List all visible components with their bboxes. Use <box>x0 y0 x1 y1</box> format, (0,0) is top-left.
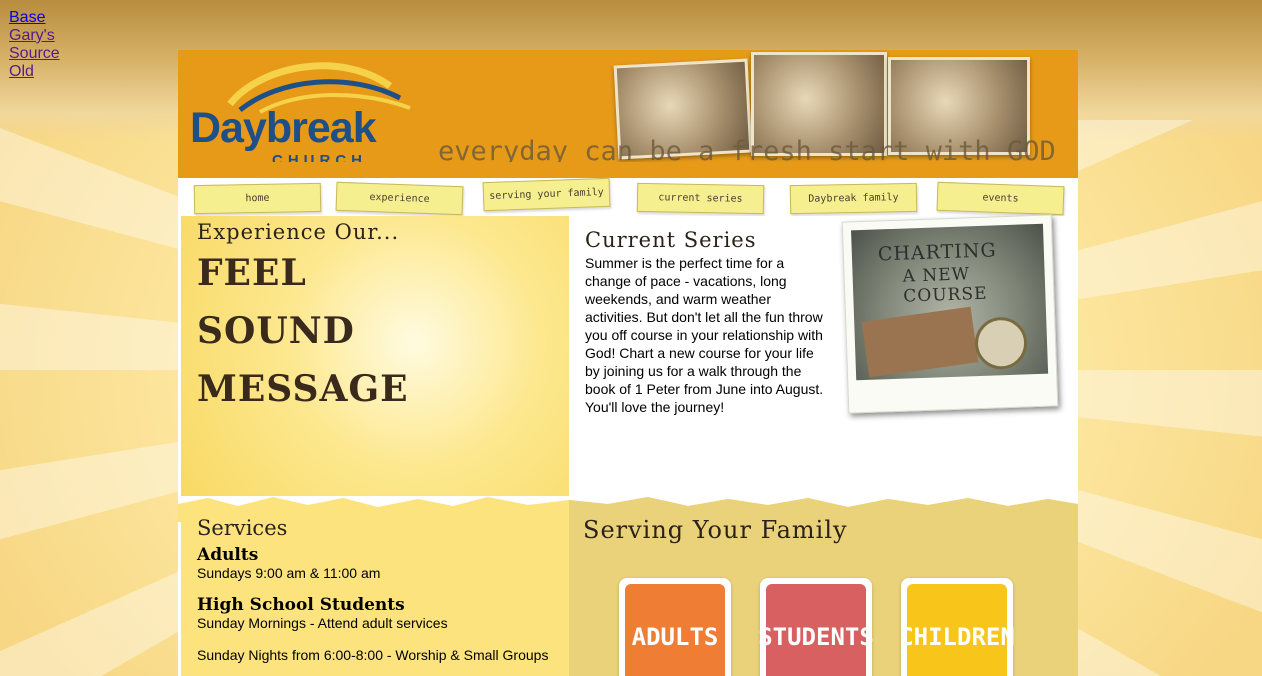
church-logo[interactable]: Daybreak CHURCH <box>190 56 411 169</box>
serving-family-heading: Serving Your Family <box>583 516 848 544</box>
experience-link-sound[interactable]: SOUND <box>197 310 355 352</box>
services-group-high-school: High School Students Sunday Mornings - A… <box>197 596 557 632</box>
services-group-adults: Adults Sundays 9:00 am & 11:00 am <box>197 546 557 582</box>
nav-daybreak-family[interactable]: Daybreak family <box>789 182 918 215</box>
series-image[interactable]: CHARTING A NEW COURSE <box>841 214 1059 414</box>
services-group-sunday-nights: Sunday Nights from 6:00-8:00 - Worship &… <box>197 646 557 664</box>
series-artwork: CHARTING A NEW COURSE <box>851 223 1049 381</box>
nav-experience[interactable]: experience <box>335 181 464 216</box>
experience-link-message[interactable]: MESSAGE <box>197 368 409 410</box>
link-old[interactable]: Old <box>9 63 60 81</box>
services-panel: Services Adults Sundays 9:00 am & 11:00 … <box>181 512 569 676</box>
page-container: Daybreak CHURCH everyday can be a fresh … <box>178 50 1078 676</box>
series-title-line1: CHARTING <box>877 239 997 266</box>
services-time: Sunday Nights from 6:00-8:00 - Worship &… <box>197 647 549 663</box>
link-source[interactable]: Source <box>9 45 60 63</box>
current-series-text: Summer is the perfect time for a change … <box>585 255 824 415</box>
tile-label: STUDENTS <box>758 623 874 651</box>
link-base[interactable]: Base <box>9 9 60 27</box>
link-garys[interactable]: Gary's <box>9 27 60 45</box>
current-series-heading: Current Series <box>585 228 757 252</box>
serving-family-panel: Serving Your Family ADULTS STUDENTS CHIL… <box>569 512 1078 676</box>
nav-home[interactable]: home <box>193 182 322 215</box>
experience-link-feel[interactable]: FEEL <box>197 252 307 294</box>
nav-events[interactable]: events <box>936 181 1065 216</box>
current-series-panel: Current Series Summer is the perfect tim… <box>569 214 1078 496</box>
experience-heading: Experience Our... <box>197 220 400 244</box>
tile-label: CHILDREN <box>899 623 1015 651</box>
tile-children[interactable]: CHILDREN <box>899 578 1015 676</box>
top-links: Base Gary's Source Old <box>9 9 60 81</box>
series-title-line2: A NEW COURSE <box>902 264 988 307</box>
services-heading: Services <box>197 516 288 540</box>
experience-panel: Experience Our... FEEL SOUND MESSAGE <box>181 216 569 496</box>
logo-wordmark: Daybreak <box>190 104 377 152</box>
services-group-title: High School Students <box>197 595 405 615</box>
services-time: Sunday Mornings - Attend adult services <box>197 615 448 631</box>
compass-icon <box>974 316 1028 371</box>
map-illustration <box>861 306 979 378</box>
nav-current-series[interactable]: current series <box>636 182 765 215</box>
nav-serving-your-family[interactable]: serving your family <box>482 177 611 212</box>
site-header: Daybreak CHURCH everyday can be a fresh … <box>178 50 1078 178</box>
tile-adults[interactable]: ADULTS <box>619 578 731 676</box>
services-time: Sundays 9:00 am & 11:00 am <box>197 565 381 581</box>
tile-label: ADULTS <box>631 623 719 651</box>
services-group-title: Adults <box>197 545 259 565</box>
tile-students[interactable]: STUDENTS <box>758 578 874 676</box>
main-nav: home experience serving your family curr… <box>178 177 1078 216</box>
